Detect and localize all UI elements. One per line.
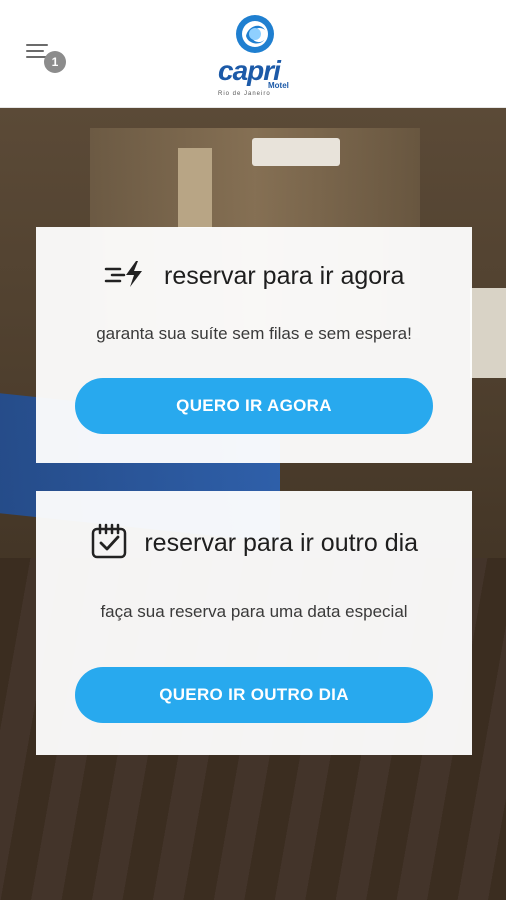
book-now-card: reservar para ir agora garanta sua suíte… (36, 227, 472, 463)
go-another-day-button[interactable]: QUERO IR OUTRO DIA (75, 667, 433, 723)
book-later-card: reservar para ir outro dia faça sua rese… (36, 491, 472, 755)
menu-button[interactable]: 1 (22, 38, 72, 78)
book-later-title: reservar para ir outro dia (144, 529, 419, 557)
book-now-heading: reservar para ir agora (36, 259, 472, 294)
top-bar: 1 capri Motel Rio de Janeiro (0, 0, 506, 108)
book-later-heading: reservar para ir outro dia (36, 523, 472, 564)
book-later-description: faça sua reserva para uma data especial (100, 602, 408, 621)
book-now-title: reservar para ir agora (164, 262, 405, 290)
wave-logo-icon (236, 15, 274, 53)
notification-badge: 1 (44, 51, 66, 73)
logo-subtitle: Motel (268, 81, 289, 90)
calendar-check-icon (90, 523, 128, 564)
book-now-description: garanta sua suíte sem filas e sem espera… (96, 324, 412, 343)
go-now-button[interactable]: QUERO IR AGORA (75, 378, 433, 434)
logo-location: Rio de Janeiro (218, 91, 271, 97)
fast-lightning-icon (104, 259, 148, 294)
capri-logo: capri Motel Rio de Janeiro (210, 12, 300, 97)
